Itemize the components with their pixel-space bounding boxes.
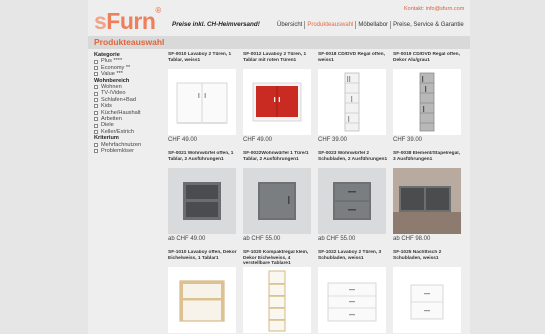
- product-price: ab CHF 49.00: [168, 236, 206, 242]
- contact-link[interactable]: Kontakt: info@sfurn.com: [404, 6, 464, 12]
- product-name[interactable]: SF-0038 Element/Stapelregal, 3 Ausführun…: [393, 151, 463, 168]
- red-door-cabinet-icon[interactable]: [243, 69, 311, 135]
- product-name[interactable]: SF-0022Wohnwürfel 1 Türe/1 Tablar, 2 Aus…: [243, 151, 313, 168]
- checkbox[interactable]: [94, 110, 98, 115]
- cd-shelf-grey-icon[interactable]: [393, 69, 461, 135]
- product-card[interactable]: SF-0021 Wohnwürfel offen, 1 Tablar, 2 Au…: [168, 151, 238, 242]
- checkbox[interactable]: [94, 72, 98, 77]
- nav-uebersicht[interactable]: Übersicht: [275, 21, 304, 29]
- checkbox[interactable]: [94, 104, 98, 109]
- product-card[interactable]: SF-0023 Wohnwürfel 2 Schubladen, 2 Ausfü…: [318, 151, 388, 242]
- compact-shelf-icon[interactable]: [243, 267, 311, 333]
- product-price: ab CHF 55.00: [243, 236, 281, 242]
- white-cabinet-two-doors-icon[interactable]: [168, 69, 236, 135]
- nav-moebellabor[interactable]: Möbellabor: [355, 21, 390, 29]
- cube-door-icon[interactable]: [243, 168, 311, 234]
- white-nightstand-icon[interactable]: [393, 267, 461, 333]
- product-name[interactable]: SF-1025 Nachttisch 2 Schubladen, weiss1: [393, 250, 463, 267]
- filter-problemloeser[interactable]: Problemlöser: [94, 148, 166, 154]
- product-price: CHF 49.00: [243, 137, 273, 143]
- product-card[interactable]: SF-0019 CD/DVD Regal offen, Dekor Alu/gr…: [393, 52, 463, 143]
- product-price: CHF 39.00: [318, 137, 348, 143]
- open-cube-icon[interactable]: [168, 168, 236, 234]
- product-price: ab CHF 98.00: [393, 236, 431, 242]
- checkbox[interactable]: [94, 149, 98, 154]
- checkbox[interactable]: [94, 66, 98, 71]
- tagline: Preise inkl. CH-Heimversand!: [172, 21, 260, 28]
- logo-s: s: [94, 8, 107, 34]
- nav-produkteauswahl[interactable]: Produkteauswahl: [304, 21, 355, 29]
- page-title: Produkteauswahl: [94, 37, 165, 47]
- checkbox[interactable]: [94, 91, 98, 96]
- product-name[interactable]: SF-1022 Lavaboy 2 Türen, 3 Schubladen, w…: [318, 250, 388, 267]
- product-name[interactable]: SF-0012 Lavaboy 2 Türen, 1 Tablar mit ro…: [243, 52, 313, 69]
- oak-open-shelf-icon[interactable]: [168, 267, 236, 333]
- product-name[interactable]: SF-1020 Kompaktregal klein, Dekor Eiche/…: [243, 250, 313, 267]
- top-nav: Übersicht Produkteauswahl Möbellabor Pre…: [275, 21, 466, 29]
- cd-shelf-white-icon[interactable]: [318, 69, 386, 135]
- product-price: CHF 39.00: [393, 137, 423, 143]
- title-bar: Produkteauswahl: [88, 36, 470, 49]
- checkbox[interactable]: [94, 117, 98, 122]
- product-card[interactable]: SF-1025 Nachttisch 2 Schubladen, weiss1: [393, 250, 463, 333]
- checkbox[interactable]: [94, 142, 98, 147]
- checkbox[interactable]: [94, 130, 98, 135]
- filter-label: Value ***: [101, 71, 123, 78]
- product-name[interactable]: SF-0010 Lavaboy 2 Türen, 1 Tablar, weiss…: [168, 52, 238, 69]
- product-price: CHF 49.00: [168, 137, 198, 143]
- checkbox[interactable]: [94, 59, 98, 64]
- logo[interactable]: sFurn®: [94, 6, 161, 35]
- cube-drawers-icon[interactable]: [318, 168, 386, 234]
- product-card[interactable]: SF-0038 Element/Stapelregal, 3 Ausführun…: [393, 151, 463, 242]
- checkbox[interactable]: [94, 98, 98, 103]
- nav-preise-service[interactable]: Preise, Service & Garantie: [390, 21, 466, 29]
- product-price: ab CHF 55.00: [318, 236, 356, 242]
- logo-furn: Furn: [106, 8, 156, 34]
- product-card[interactable]: SF-0022Wohnwürfel 1 Türe/1 Tablar, 2 Aus…: [243, 151, 313, 242]
- product-card[interactable]: SF-0012 Lavaboy 2 Türen, 1 Tablar mit ro…: [243, 52, 313, 143]
- product-card[interactable]: SF-0018 CD/DVD Regal offen, weiss1 CHF 3…: [318, 52, 388, 143]
- product-name[interactable]: SF-0021 Wohnwürfel offen, 1 Tablar, 2 Au…: [168, 151, 238, 168]
- product-name[interactable]: SF-0023 Wohnwürfel 2 Schubladen, 2 Ausfü…: [318, 151, 388, 168]
- product-card[interactable]: SF-1022 Lavaboy 2 Türen, 3 Schubladen, w…: [318, 250, 388, 333]
- filter-sidebar: Kategorie Plus **** Economy ** Value ***…: [94, 52, 166, 155]
- checkbox[interactable]: [94, 123, 98, 128]
- filter-label: Problemlöser: [101, 148, 134, 155]
- product-name[interactable]: SF-0019 CD/DVD Regal offen, Dekor Alu/gr…: [393, 52, 463, 69]
- white-drawer-cabinet-icon[interactable]: [318, 267, 386, 333]
- product-card[interactable]: SF-0010 Lavaboy 2 Türen, 1 Tablar, weiss…: [168, 52, 238, 143]
- product-card[interactable]: SF-1020 Kompaktregal klein, Dekor Eiche/…: [243, 250, 313, 333]
- stacking-shelf-icon[interactable]: [393, 168, 461, 234]
- checkbox[interactable]: [94, 85, 98, 90]
- product-name[interactable]: SF-0018 CD/DVD Regal offen, weiss1: [318, 52, 388, 69]
- logo-registered: ®: [155, 6, 161, 15]
- product-card[interactable]: SF-1010 Lavaboy offen, Dekor Eiche/weiss…: [168, 250, 238, 333]
- product-name[interactable]: SF-1010 Lavaboy offen, Dekor Eiche/weiss…: [168, 250, 238, 267]
